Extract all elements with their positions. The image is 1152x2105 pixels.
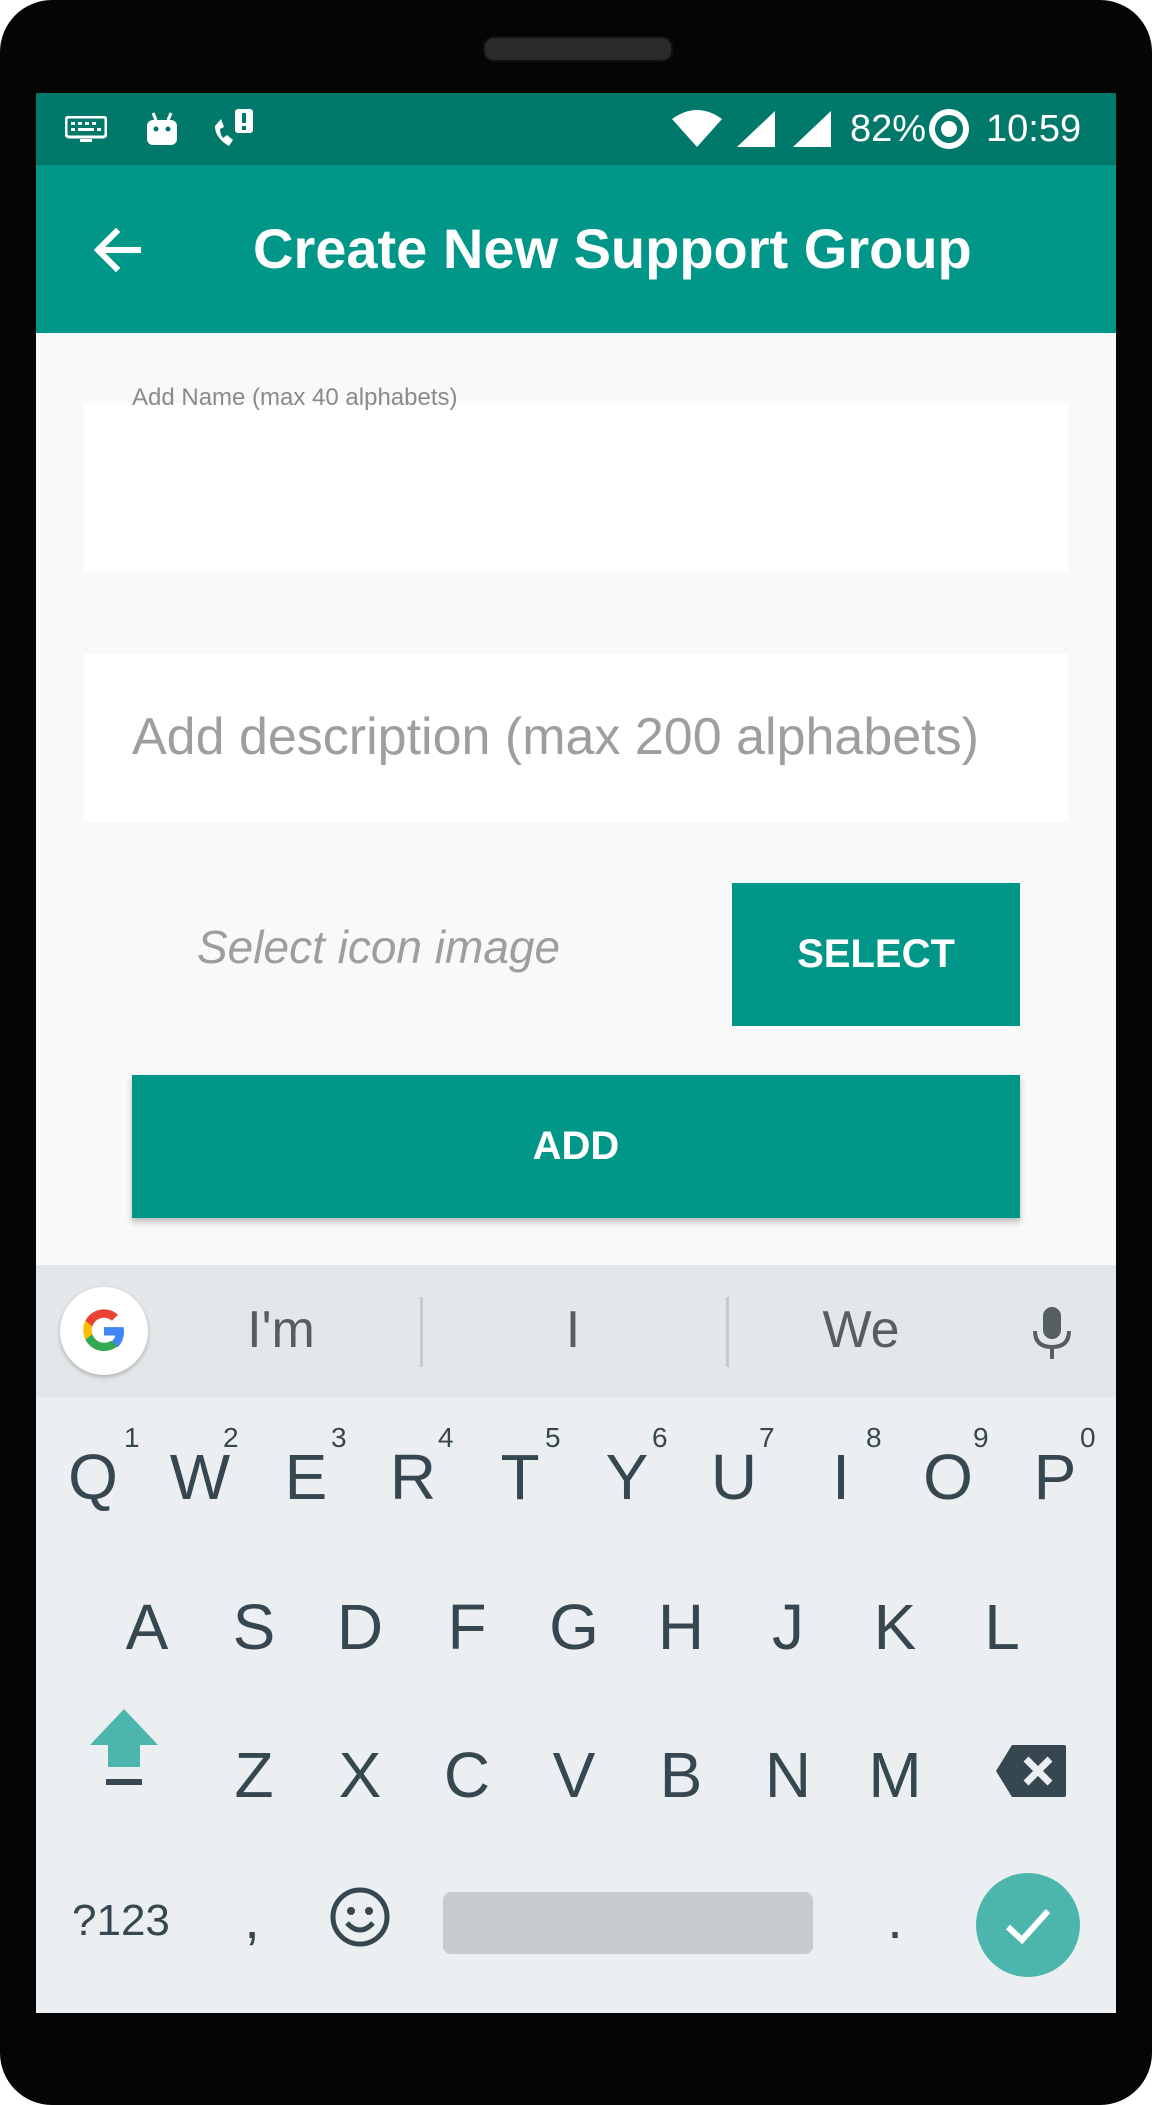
phone-speaker [483,36,673,62]
phone-frame: 82% 10:59 Create New Support Group Add N… [0,0,1152,2105]
clock: 10:59 [986,108,1082,150]
key-d[interactable]: D [310,1587,410,1667]
add-button[interactable]: ADD [132,1075,1020,1218]
google-icon[interactable] [60,1287,148,1375]
key-g[interactable]: G [524,1587,624,1667]
emoji-icon[interactable] [328,1885,392,1949]
suggestion-divider [420,1297,423,1367]
key-v[interactable]: V [524,1735,624,1815]
arrow-back-icon[interactable] [86,219,148,281]
symbols-key[interactable]: ?123 [72,1891,170,1951]
key-o-hint: 9 [973,1422,989,1453]
android-icon [144,107,180,151]
space-bar[interactable] [443,1892,813,1954]
key-f[interactable]: F [417,1587,517,1667]
signal-icon-2 [790,107,834,151]
wifi-icon [670,107,724,151]
suggestion-1[interactable]: I'm [181,1295,381,1365]
microphone-icon[interactable] [1030,1305,1074,1366]
soft-keyboard: I'm I We Q 1 W 2 E 3 R 4 T 5 Y 6 U 7 I 8… [36,1265,1116,2013]
key-j[interactable]: J [738,1587,838,1667]
key-y-hint: 6 [652,1422,668,1453]
key-z[interactable]: Z [204,1735,304,1815]
shift-icon[interactable] [84,1705,164,1795]
signal-icon [734,107,778,151]
name-input-label: Add Name (max 40 alphabets) [132,384,458,411]
app-bar: Create New Support Group [36,165,1116,333]
key-t-hint: 5 [545,1422,561,1453]
check-icon [1005,1908,1051,1945]
key-s[interactable]: S [204,1587,304,1667]
key-r-hint: 4 [438,1422,454,1453]
period-key[interactable]: . [845,1879,945,1959]
page-title: Create New Support Group [253,217,972,280]
select-button[interactable]: SELECT [732,883,1020,1026]
key-m[interactable]: M [845,1735,945,1815]
key-h[interactable]: H [631,1587,731,1667]
name-input[interactable] [84,403,1068,571]
suggestion-2[interactable]: I [473,1295,673,1365]
key-u-hint: 7 [759,1422,775,1453]
suggestion-3[interactable]: We [761,1295,961,1365]
screen: 82% 10:59 Create New Support Group Add N… [36,93,1116,2013]
battery-icon [926,107,972,151]
key-c[interactable]: C [417,1735,517,1815]
key-b[interactable]: B [631,1735,731,1815]
key-i-hint: 8 [866,1422,882,1453]
battery-percent: 82% [850,108,927,150]
key-a[interactable]: A [97,1587,197,1667]
icon-image-placeholder: Select icon image [197,921,561,973]
keyboard-icon [64,107,108,151]
comma-key[interactable]: , [202,1879,302,1959]
suggestion-bar: I'm I We [36,1265,1116,1397]
key-n[interactable]: N [738,1735,838,1815]
key-l[interactable]: L [952,1587,1052,1667]
key-q-hint: 1 [124,1422,140,1453]
key-p-hint: 0 [1080,1422,1096,1453]
backspace-icon[interactable] [994,1743,1068,1799]
suggestion-divider [726,1297,729,1367]
status-bar: 82% 10:59 [36,93,1116,165]
key-e-hint: 3 [331,1422,347,1453]
description-placeholder: Add description (max 200 alphabets) [132,708,979,766]
key-k[interactable]: K [845,1587,945,1667]
key-w-hint: 2 [223,1422,239,1453]
enter-check-button[interactable] [976,1873,1080,1977]
key-x[interactable]: X [310,1735,410,1815]
phone-alert-icon [211,107,255,151]
